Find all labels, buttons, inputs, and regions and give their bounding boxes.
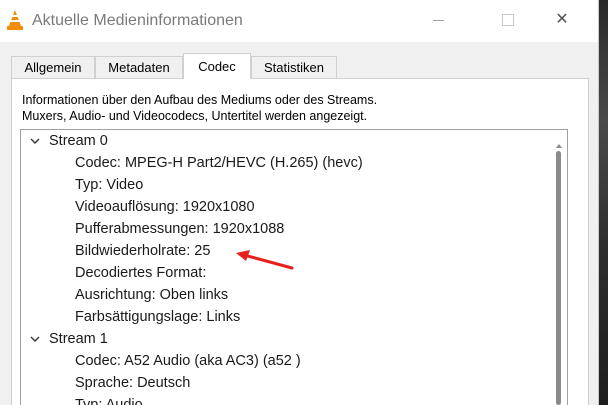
codec-description: Informationen über den Aufbau des Medium… (22, 92, 377, 124)
description-line-2: Muxers, Audio- und Videocodecs, Untertit… (22, 109, 368, 123)
chevron-down-icon[interactable] (29, 130, 41, 152)
scrollbar-thumb[interactable] (556, 151, 561, 405)
minimize-button[interactable] (428, 10, 448, 30)
title-bar[interactable]: Aktuelle Medieninformationen ✕ (0, 0, 598, 42)
tree-item[interactable]: Sprache: Deutsch (75, 372, 190, 394)
vlc-cone-icon (6, 9, 24, 31)
window-title: Aktuelle Medieninformationen (32, 12, 243, 29)
close-button[interactable]: ✕ (552, 10, 572, 30)
red-arrow-annotation (228, 243, 298, 273)
tree-item[interactable]: Typ: Video (75, 174, 143, 196)
stream-label: Stream 0 (49, 133, 108, 149)
tab-allgemein[interactable]: Allgemein (11, 56, 95, 78)
close-icon: ✕ (555, 11, 569, 28)
tree-item[interactable]: Codec: A52 Audio (aka AC3) (a52 ) (75, 350, 301, 372)
description-line-1: Informationen über den Aufbau des Medium… (22, 93, 378, 107)
tree-item[interactable]: Typ: Audio (75, 394, 143, 405)
minimize-icon (432, 20, 444, 21)
desktop-background (598, 0, 608, 405)
tab-statistiken[interactable]: Statistiken (251, 56, 337, 78)
tree-item[interactable]: Codec: MPEG-H Part2/HEVC (H.265) (hevc) (75, 152, 363, 174)
tab-codec[interactable]: Codec (183, 53, 251, 79)
tab-metadaten[interactable]: Metadaten (95, 56, 183, 78)
tree-item[interactable]: Bildwiederholrate: 25 (75, 240, 210, 262)
tree-item[interactable]: Videoauflösung: 1920x1080 (75, 196, 255, 218)
maximize-button[interactable] (498, 10, 518, 30)
tree-item[interactable]: Pufferabmessungen: 1920x1088 (75, 218, 284, 240)
scroll-up-icon[interactable] (556, 137, 562, 148)
stream-label: Stream 1 (49, 331, 108, 347)
tree-item[interactable]: Ausrichtung: Oben links (75, 284, 228, 306)
maximize-icon (502, 14, 514, 26)
tree-item[interactable]: Farbsättigungslage: Links (75, 306, 240, 328)
chevron-down-icon[interactable] (29, 328, 41, 350)
vertical-scrollbar[interactable] (556, 137, 562, 405)
tree-item[interactable]: Decodiertes Format: (75, 262, 206, 284)
media-info-window: Aktuelle Medieninformationen ✕ Allgemein… (0, 0, 599, 405)
